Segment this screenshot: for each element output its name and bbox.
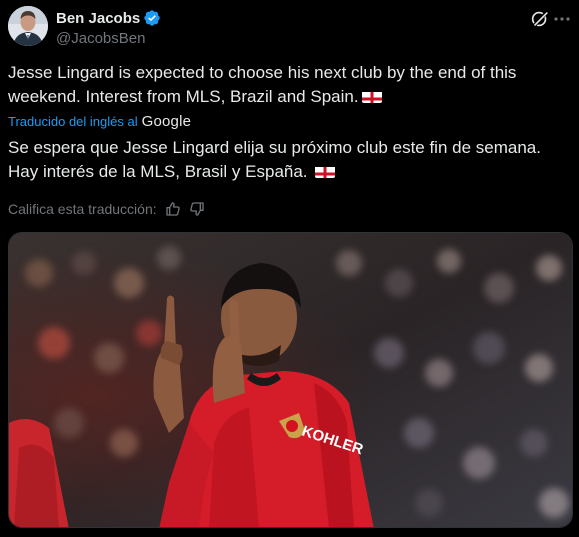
tweet-text-original-content: Jesse Lingard is expected to choose his … — [8, 63, 517, 106]
thumbs-down-icon[interactable] — [189, 201, 205, 217]
tweet-text-translated-content: Se espera que Jesse Lingard elija su pró… — [8, 138, 541, 181]
tweet-header: Ben Jacobs @JacobsBen — [8, 6, 571, 50]
display-name-row: Ben Jacobs — [56, 8, 161, 28]
photo-image: KOHLER — [9, 233, 572, 527]
avatar-image — [8, 6, 48, 46]
england-flag-icon — [315, 164, 336, 178]
tweet-card[interactable]: Ben Jacobs @JacobsBen Jesse Lingard is e… — [0, 0, 579, 537]
tweet-photo[interactable]: KOHLER — [8, 232, 573, 528]
verified-badge-icon[interactable] — [143, 9, 161, 27]
thumbs-up-icon[interactable] — [165, 201, 181, 217]
translated-by-label[interactable]: Traducido del inglés al — [8, 114, 138, 129]
tweet-text-original: Jesse Lingard is expected to choose his … — [8, 61, 568, 109]
google-logo: Google — [141, 112, 192, 130]
rate-translation-row: Califica esta traducción: — [8, 199, 205, 219]
display-name[interactable]: Ben Jacobs — [56, 10, 140, 27]
rate-translation-label: Califica esta traducción: — [8, 201, 157, 217]
author-names: Ben Jacobs @JacobsBen — [56, 8, 161, 47]
england-flag-icon — [361, 89, 382, 103]
translated-by-row: Traducido del inglés al Google — [8, 112, 191, 130]
tweet-text-translated: Se espera que Jesse Lingard elija su pró… — [8, 136, 568, 184]
handle[interactable]: @JacobsBen — [56, 30, 161, 47]
grok-icon[interactable] — [529, 8, 551, 30]
more-icon[interactable] — [553, 8, 571, 30]
avatar[interactable] — [8, 6, 48, 46]
